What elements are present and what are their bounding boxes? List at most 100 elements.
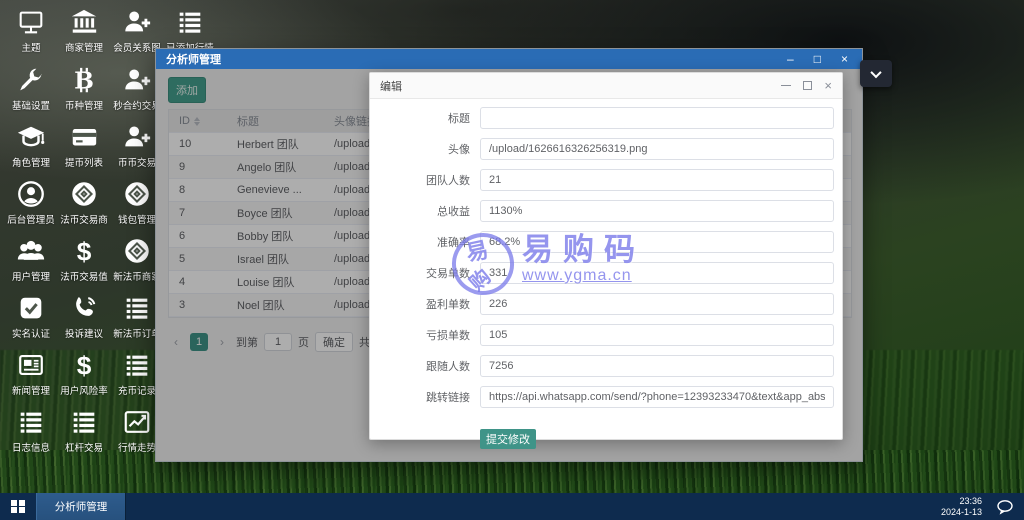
list-icon <box>68 407 100 437</box>
user-add-icon <box>121 122 153 152</box>
taskbar: 分析师管理 23:36 2024-1-13 <box>0 493 1024 520</box>
modal-header[interactable]: 编辑 × <box>370 73 842 99</box>
followers-input[interactable] <box>480 355 834 377</box>
desktop-icon-user-manage[interactable]: 用户管理 <box>4 233 57 288</box>
desktop-icon-merchant[interactable]: 商家管理 <box>57 4 110 59</box>
avatar-input[interactable] <box>480 138 834 160</box>
trade-count-input[interactable] <box>480 262 834 284</box>
desktop-icon-label: 会员关系图 <box>113 39 161 53</box>
desktop-icon-fiat-value[interactable]: 法币交易值 <box>57 233 110 288</box>
title-input[interactable] <box>480 107 834 129</box>
desktop-icon-fiat-merchant[interactable]: 法币交易商 <box>57 176 110 231</box>
wrench-icon <box>15 65 47 95</box>
desktop-icon-kyc[interactable]: 实名认证 <box>4 290 57 345</box>
phone-icon <box>68 293 100 323</box>
desktop-icon-role-manage[interactable]: 角色管理 <box>4 119 57 174</box>
list-icon <box>121 293 153 323</box>
newspaper-icon <box>15 350 47 380</box>
desktop-icon-label: 用户风险率 <box>60 382 108 396</box>
chevron-down-icon <box>870 66 881 77</box>
desktop-icon-label: 充币记录 <box>118 382 156 396</box>
chat-bubble-icon[interactable] <box>996 499 1014 515</box>
field-label-team-size: 团队人数 <box>370 172 470 188</box>
desktop-icon-label: 新闻管理 <box>12 382 50 396</box>
field-label-followers: 跟随人数 <box>370 358 470 374</box>
accuracy-input[interactable] <box>480 231 834 253</box>
field-label-redirect-link: 跳转链接 <box>370 389 470 405</box>
desktop-icon-risk-rate[interactable]: 用户风险率 <box>57 347 110 402</box>
desktop-icon-admin[interactable]: 后台管理员 <box>4 176 57 231</box>
window-title: 分析师管理 <box>156 51 221 67</box>
desktop: 主题 商家管理 会员关系图 已添加行情 基础设置 币种管理 秒合约交易 角色管理… <box>0 0 1024 520</box>
credit-card-icon <box>68 122 100 152</box>
taskbar-item-analyst-manager[interactable]: 分析师管理 <box>36 493 126 520</box>
system-tray: 23:36 2024-1-13 <box>941 496 1024 518</box>
desktop-icon-feedback[interactable]: 投诉建议 <box>57 290 110 345</box>
desktop-icon-label: 秒合约交易 <box>113 97 161 111</box>
list-icon <box>121 350 153 380</box>
users-icon <box>15 236 47 266</box>
analyst-manager-window: 分析师管理 – □ × 添加 ID 标题 头像链接 团队人数 10Herbert… <box>155 48 863 462</box>
desktop-icon-label: 主题 <box>21 39 40 53</box>
desktop-icon-label: 新法币商家 <box>113 268 161 282</box>
modal-title: 编辑 <box>380 78 402 94</box>
desktop-icon-basic-settings[interactable]: 基础设置 <box>4 62 57 117</box>
window-titlebar[interactable]: 分析师管理 – □ × <box>156 49 862 69</box>
coin-circle-icon <box>121 179 153 209</box>
submit-edit-button[interactable]: 提交修改 <box>480 429 536 449</box>
desktop-icon-grid: 基础设置 币种管理 秒合约交易 角色管理 提币列表 币币交易 后台管理员 法币交… <box>4 62 163 461</box>
dollar-icon <box>68 236 100 266</box>
desktop-icon-label: 钱包管理 <box>118 211 156 225</box>
desktop-icon-label: 角色管理 <box>12 154 50 168</box>
field-label-win-count: 盈利单数 <box>370 296 470 312</box>
redirect-link-input[interactable] <box>480 386 834 408</box>
total-profit-input[interactable] <box>480 200 834 222</box>
user-add-icon <box>121 7 153 37</box>
graduation-cap-icon <box>15 122 47 152</box>
dollar-icon <box>68 350 100 380</box>
field-label-loss-count: 亏损单数 <box>370 327 470 343</box>
desktop-icon-label: 商家管理 <box>65 39 103 53</box>
desktop-icon-withdraw-list[interactable]: 提币列表 <box>57 119 110 174</box>
desktop-icon-label: 币种管理 <box>65 97 103 111</box>
modal-maximize-icon[interactable] <box>803 81 812 90</box>
taskbar-clock[interactable]: 23:36 2024-1-13 <box>941 496 982 518</box>
loss-count-input[interactable] <box>480 324 834 346</box>
bank-icon <box>68 7 100 37</box>
desktop-icon-label: 日志信息 <box>12 439 50 453</box>
desktop-dropdown-button[interactable] <box>860 60 892 87</box>
desktop-icon-label: 后台管理员 <box>7 211 55 225</box>
monitor-icon <box>15 7 47 37</box>
admin-user-icon <box>15 179 47 209</box>
field-label-trade-count: 交易单数 <box>370 265 470 281</box>
user-add-icon <box>121 65 153 95</box>
window-minimize-icon[interactable]: – <box>787 53 794 65</box>
edit-form: 标题 头像 团队人数 总收益 准确率 交易单数 盈利单数 亏损单数 跟随人数 跳… <box>370 99 842 449</box>
desktop-icon-news[interactable]: 新闻管理 <box>4 347 57 402</box>
coin-circle-icon <box>68 179 100 209</box>
list-icon <box>174 7 206 37</box>
list-icon <box>15 407 47 437</box>
modal-minimize-icon[interactable] <box>781 85 791 86</box>
team-size-input[interactable] <box>480 169 834 191</box>
desktop-icon-label: 行情走势 <box>118 439 156 453</box>
desktop-icon-label: 提币列表 <box>65 154 103 168</box>
window-close-icon[interactable]: × <box>841 53 848 65</box>
win-count-input[interactable] <box>480 293 834 315</box>
desktop-icon-label: 投诉建议 <box>65 325 103 339</box>
field-label-accuracy: 准确率 <box>370 234 470 250</box>
desktop-icon-label: 币币交易 <box>118 154 156 168</box>
desktop-icon-theme[interactable]: 主题 <box>4 4 57 59</box>
windows-logo-icon <box>11 500 25 514</box>
edit-modal: 编辑 × 标题 头像 团队人数 总收益 准确率 交易单数 盈利单数 亏损单数 跟… <box>369 72 843 440</box>
start-button[interactable] <box>0 493 36 520</box>
bitcoin-icon <box>68 65 100 95</box>
field-label-title: 标题 <box>370 110 470 126</box>
desktop-icon-coin-manage[interactable]: 币种管理 <box>57 62 110 117</box>
clock-time: 23:36 <box>941 496 982 507</box>
modal-close-icon[interactable]: × <box>824 79 832 92</box>
window-maximize-icon[interactable]: □ <box>814 53 821 65</box>
desktop-icon-label: 法币交易值 <box>60 268 108 282</box>
desktop-icon-logs[interactable]: 日志信息 <box>4 404 57 459</box>
desktop-icon-leverage[interactable]: 杠杆交易 <box>57 404 110 459</box>
